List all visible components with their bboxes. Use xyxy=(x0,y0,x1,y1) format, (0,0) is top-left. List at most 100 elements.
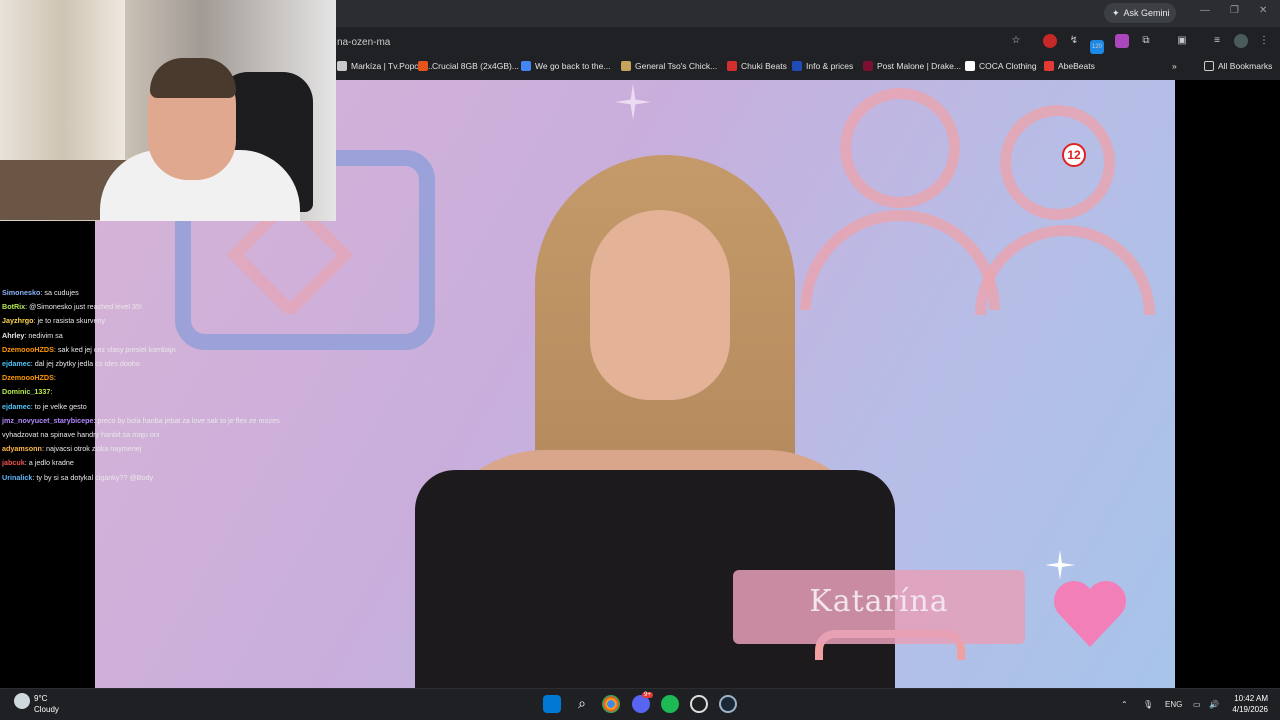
chat-text: : nedivim sa xyxy=(24,330,63,340)
bookmark-item[interactable]: Chuki Beats xyxy=(727,61,787,71)
bookmark-item[interactable]: We go back to the... xyxy=(521,61,610,71)
extension-purple-icon[interactable] xyxy=(1115,34,1129,48)
chat-text: : preco by bola hanba jebat za love sak … xyxy=(93,415,280,425)
chat-username[interactable]: BotRix xyxy=(2,302,25,311)
chat-message: ejdamec: dal jej zbytky jedla co ides do… xyxy=(2,357,332,371)
language-indicator[interactable]: ENG xyxy=(1165,700,1182,709)
start-icon[interactable] xyxy=(543,695,561,713)
chat-message: Jayzhrgo: je to rasista skurveny xyxy=(2,314,332,328)
name-tag: Katarína xyxy=(733,570,1025,644)
chat-message: Dominic_1337: xyxy=(2,385,332,399)
all-bookmarks-button[interactable]: All Bookmarks xyxy=(1204,61,1272,71)
chat-username[interactable]: Simonesko xyxy=(2,288,40,297)
person-outline-graphic xyxy=(1000,105,1115,220)
profile-avatar[interactable] xyxy=(1234,34,1248,48)
bookmark-item[interactable]: COCA Clothing xyxy=(965,61,1037,71)
chat-message: jabcuk: a jedlo kradne xyxy=(2,456,332,470)
chat-message: jmz_novyucet_starybicepe: preco by bola … xyxy=(2,414,332,428)
chat-username[interactable]: Dominic_1337 xyxy=(2,387,50,396)
person-outline-graphic xyxy=(840,88,960,208)
bookmark-favicon-icon xyxy=(418,61,428,71)
bookmark-label: Chuki Beats xyxy=(741,61,787,71)
bookmark-favicon-icon xyxy=(1044,61,1054,71)
bookmark-favicon-icon xyxy=(965,61,975,71)
chat-text: : ty by si sa dotykal ciganky?? @Body xyxy=(32,472,154,482)
bookmark-favicon-icon xyxy=(621,61,631,71)
search-icon[interactable]: ⌕ xyxy=(573,695,591,713)
chat-text: : a jedlo kradne xyxy=(24,458,74,468)
bookmark-label: Info & prices xyxy=(806,61,854,71)
bookmark-label: Crucial 8GB (2x4GB)... xyxy=(432,61,519,71)
puzzle-icon[interactable]: ⧉ xyxy=(1139,34,1153,48)
heart-icon xyxy=(1054,581,1126,647)
chat-username[interactable]: ejdamec xyxy=(2,402,31,411)
bookmark-item[interactable]: Post Malone | Drake... xyxy=(863,61,961,71)
chat-username[interactable]: jmz_novyucet_starybicepe xyxy=(2,416,93,425)
chat-message: BotRix: @Simonesko just reached level 35… xyxy=(2,300,332,314)
weather-icon[interactable] xyxy=(14,693,30,709)
chat-text: : najvacsi otrok ziska naymenej xyxy=(41,444,142,454)
bookmark-item[interactable]: General Tso's Chick... xyxy=(621,61,717,71)
name-tag-label: Katarína xyxy=(809,584,949,619)
chat-text: : dal jej zbytky jedla co ides dooho xyxy=(30,359,140,369)
steam-icon[interactable] xyxy=(719,695,737,713)
chat-text: : @Simonesko just reached level 35! xyxy=(25,302,142,312)
chat-text: : xyxy=(53,373,56,383)
bookmark-item[interactable]: Info & prices xyxy=(792,61,853,71)
extension-badge-icon[interactable]: 120 xyxy=(1090,40,1104,54)
more-bookmarks-icon[interactable]: » xyxy=(1172,61,1177,71)
chat-username[interactable]: adyamsonn xyxy=(2,444,42,453)
bookmark-item[interactable]: AbeBeats xyxy=(1044,61,1095,71)
bookmark-favicon-icon xyxy=(337,61,347,71)
bookmark-label: COCA Clothing xyxy=(979,61,1037,71)
bookmark-favicon-icon xyxy=(792,61,802,71)
bookmark-label: Post Malone | Drake... xyxy=(877,61,961,71)
chat-text: : xyxy=(50,387,53,397)
maximize-icon[interactable]: ❐ xyxy=(1230,5,1239,16)
spotify-icon[interactable] xyxy=(661,695,679,713)
chat-message: Ahrley: nedivim sa xyxy=(2,329,332,343)
chat-message: Urinalick: ty by si sa dotykal ciganky??… xyxy=(2,471,332,485)
bookmark-item[interactable]: Crucial 8GB (2x4GB)... xyxy=(418,61,519,71)
gemini-icon: ✦ xyxy=(1112,7,1120,18)
chat-message: Simonesko: sa cudujes xyxy=(2,286,332,300)
menu-icon[interactable]: ⋮ xyxy=(1257,34,1271,48)
ask-gemini-button[interactable]: ✦ Ask Gemini xyxy=(1104,3,1176,23)
chat-overlay: Simonesko: sa cudujes BotRix: @Simonesko … xyxy=(2,286,332,485)
chat-text: : sak ked jej cez vlasy presiel kombajn xyxy=(53,344,176,354)
close-icon[interactable]: ✕ xyxy=(1259,5,1267,16)
chat-username[interactable]: Urinalick xyxy=(2,473,32,482)
chevron-up-icon[interactable]: ⌃ xyxy=(1121,700,1128,709)
chat-username[interactable]: DzemoooHZDS xyxy=(2,373,54,382)
star-icon[interactable]: ☆ xyxy=(1009,34,1023,48)
volume-icon[interactable]: 🔊 xyxy=(1209,700,1219,709)
chat-username[interactable]: ejdamec xyxy=(2,359,31,368)
minimize-icon[interactable]: — xyxy=(1200,5,1210,16)
chat-message: adyamsonn: najvacsi otrok ziska naymenej xyxy=(2,442,332,456)
chrome-icon[interactable] xyxy=(602,695,620,713)
bookmark-label: We go back to the... xyxy=(535,61,611,71)
chat-username[interactable]: Jayzhrgo xyxy=(2,316,34,325)
folder-icon xyxy=(1204,61,1214,71)
extension-arrow-icon[interactable]: ↯ xyxy=(1067,34,1081,48)
chat-text: : sa cudujes xyxy=(40,288,79,297)
microphone-icon[interactable]: 🎙 xyxy=(1143,700,1153,709)
media-icon[interactable]: ▣ xyxy=(1175,34,1189,48)
host-face xyxy=(590,210,730,400)
bookmark-favicon-icon xyxy=(727,61,737,71)
chat-username[interactable]: jabcuk xyxy=(2,458,25,467)
chat-message: ejdamec: to je velke gesto xyxy=(2,400,332,414)
extension-red-icon[interactable] xyxy=(1043,34,1057,48)
weather-widget[interactable]: 9°C Cloudy xyxy=(34,693,59,715)
channel-logo: 12 xyxy=(1062,143,1086,167)
bookmark-label: AbeBeats xyxy=(1058,61,1095,71)
chat-text: : je to rasista skurveny xyxy=(33,316,106,326)
network-icon[interactable]: ▭ xyxy=(1193,700,1201,709)
obs-icon[interactable] xyxy=(690,695,708,713)
playlist-icon[interactable]: ≡ xyxy=(1210,34,1224,48)
chat-username[interactable]: DzemoooHZDS xyxy=(2,345,54,354)
clock[interactable]: 10:42 AM 4/19/2026 xyxy=(1222,693,1268,715)
url-field[interactable]: na-ozen-ma xyxy=(337,37,390,48)
chat-message: vyhadzovat na spinave handry hanbit sa m… xyxy=(2,428,332,442)
chat-username[interactable]: Ahrley xyxy=(2,331,24,340)
